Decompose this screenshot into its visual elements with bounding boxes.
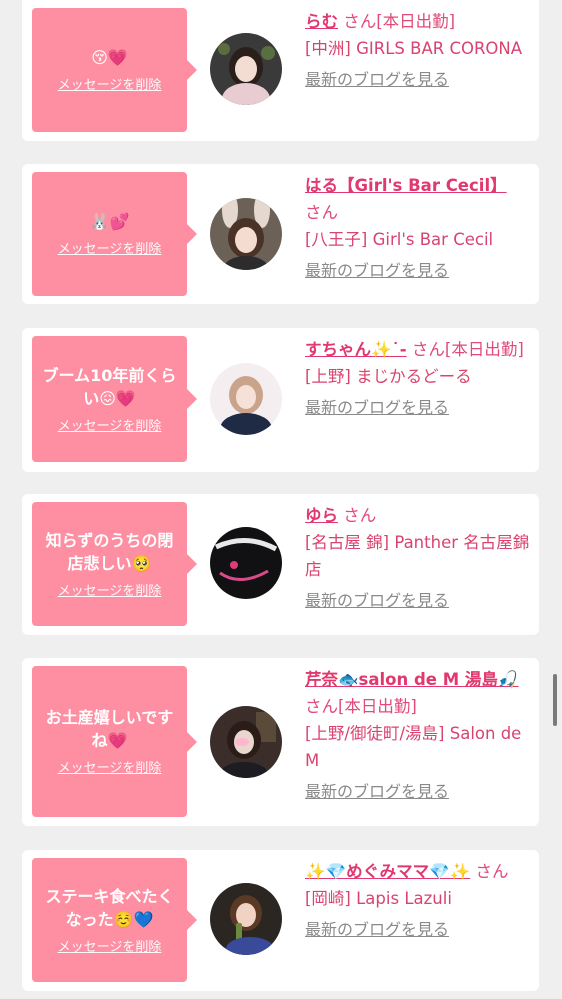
latest-blog-link[interactable]: 最新のブログを見る <box>305 778 530 805</box>
cast-name-link[interactable]: すちゃん✨˙- <box>305 340 407 359</box>
avatar[interactable] <box>210 33 282 105</box>
message-bubble: 😚💗 メッセージを削除 <box>32 8 197 132</box>
delete-message-link[interactable]: メッセージを削除 <box>58 584 162 600</box>
message-bubble: 知らずのうちの閉店悲しい🥺 メッセージを削除 <box>32 502 197 626</box>
avatar-photo <box>210 883 282 955</box>
honorific-status: さん[本日出勤] <box>343 12 456 31</box>
scrollbar[interactable] <box>553 674 557 726</box>
message-bubble: 🐰💕 メッセージを削除 <box>32 172 197 296</box>
shop-label: [岡崎] Lapis Lazuli <box>305 889 452 908</box>
message-card: ブーム10年前くらい😖💗 メッセージを削除 すちゃん✨˙- さん[本日出勤] [… <box>22 328 539 472</box>
delete-message-link[interactable]: メッセージを削除 <box>58 242 162 258</box>
honorific-status: さん <box>343 506 377 525</box>
cast-info: ゆら さん [名古屋 錦] Panther 名古屋錦店 最新のブログを見る <box>305 502 530 614</box>
cast-name-link[interactable]: らむ <box>305 12 338 31</box>
message-bubble: お土産嬉しいですね💗 メッセージを削除 <box>32 666 197 817</box>
avatar[interactable] <box>210 363 282 435</box>
latest-blog-link[interactable]: 最新のブログを見る <box>305 916 530 943</box>
shop-label: [八王子] Girl's Bar Cecil <box>305 230 494 249</box>
latest-blog-link[interactable]: 最新のブログを見る <box>305 394 530 421</box>
avatar[interactable] <box>210 883 282 955</box>
message-text: ブーム10年前くらい😖💗 <box>42 365 177 408</box>
cast-info: ✨💎めぐみママ💎✨ さん [岡崎] Lapis Lazuli 最新のブログを見る <box>305 858 530 943</box>
message-text: 😚💗 <box>91 48 128 67</box>
message-bubble: ブーム10年前くらい😖💗 メッセージを削除 <box>32 336 197 462</box>
message-card: ステーキ食べたくなった☺️💙 メッセージを削除 ✨💎めぐみママ💎✨ さん [岡崎… <box>22 850 539 991</box>
avatar[interactable] <box>210 198 282 270</box>
latest-blog-link[interactable]: 最新のブログを見る <box>305 66 530 93</box>
avatar[interactable] <box>210 706 282 778</box>
honorific-status: さん <box>305 203 338 222</box>
cast-info: すちゃん✨˙- さん[本日出勤] [上野] まじかるどーる 最新のブログを見る <box>305 336 530 421</box>
message-bubble: ステーキ食べたくなった☺️💙 メッセージを削除 <box>32 858 197 982</box>
honorific-status: さん[本日出勤] <box>305 697 417 716</box>
latest-blog-link[interactable]: 最新のブログを見る <box>305 257 530 284</box>
honorific-status: さん <box>475 862 509 881</box>
delete-message-link[interactable]: メッセージを削除 <box>58 78 162 94</box>
shop-label: [名古屋 錦] Panther 名古屋錦店 <box>305 533 530 579</box>
honorific-status: さん[本日出勤] <box>411 340 524 359</box>
shop-label: [上野] まじかるどーる <box>305 367 472 386</box>
message-text: 知らずのうちの閉店悲しい🥺 <box>45 530 174 573</box>
message-card: 知らずのうちの閉店悲しい🥺 メッセージを削除 ゆら さん [名古屋 錦] Pan… <box>22 494 539 635</box>
cast-name-link[interactable]: 芹奈🐟salon de M 湯島🎣 <box>305 670 518 689</box>
message-card: 🐰💕 メッセージを削除 はる【Girl's Bar Cecil】 さん [八王子… <box>22 164 539 304</box>
shop-label: [上野/御徒町/湯島] Salon de M <box>305 724 522 770</box>
avatar-photo <box>210 198 282 270</box>
delete-message-link[interactable]: メッセージを削除 <box>58 419 162 435</box>
message-text: ステーキ食べたくなった☺️💙 <box>45 886 174 929</box>
avatar-photo <box>210 363 282 435</box>
avatar-photo <box>210 33 282 105</box>
message-text: お土産嬉しいですね💗 <box>45 708 174 750</box>
latest-blog-link[interactable]: 最新のブログを見る <box>305 587 530 614</box>
avatar-photo <box>210 706 282 778</box>
delete-message-link[interactable]: メッセージを削除 <box>58 761 162 777</box>
message-card: お土産嬉しいですね💗 メッセージを削除 芹奈🐟salon de M 湯島🎣 さん… <box>22 658 539 826</box>
cast-name-link[interactable]: はる【Girl's Bar Cecil】 <box>305 176 507 195</box>
cast-info: はる【Girl's Bar Cecil】 さん [八王子] Girl's Bar… <box>305 172 530 284</box>
cast-name-link[interactable]: ゆら <box>305 506 338 525</box>
avatar[interactable] <box>210 527 282 599</box>
message-text: 🐰💕 <box>89 212 130 231</box>
cast-name-link[interactable]: ✨💎めぐみママ💎✨ <box>305 862 470 881</box>
shop-label: [中洲] GIRLS BAR CORONA <box>305 39 523 58</box>
delete-message-link[interactable]: メッセージを削除 <box>58 940 162 956</box>
avatar-photo <box>210 527 282 599</box>
cast-info: 芹奈🐟salon de M 湯島🎣 さん[本日出勤] [上野/御徒町/湯島] S… <box>305 666 530 805</box>
message-card: 😚💗 メッセージを削除 らむ さん[本日出勤] [中洲] GIRLS BAR C… <box>22 0 539 141</box>
cast-info: らむ さん[本日出勤] [中洲] GIRLS BAR CORONA 最新のブログ… <box>305 8 530 93</box>
